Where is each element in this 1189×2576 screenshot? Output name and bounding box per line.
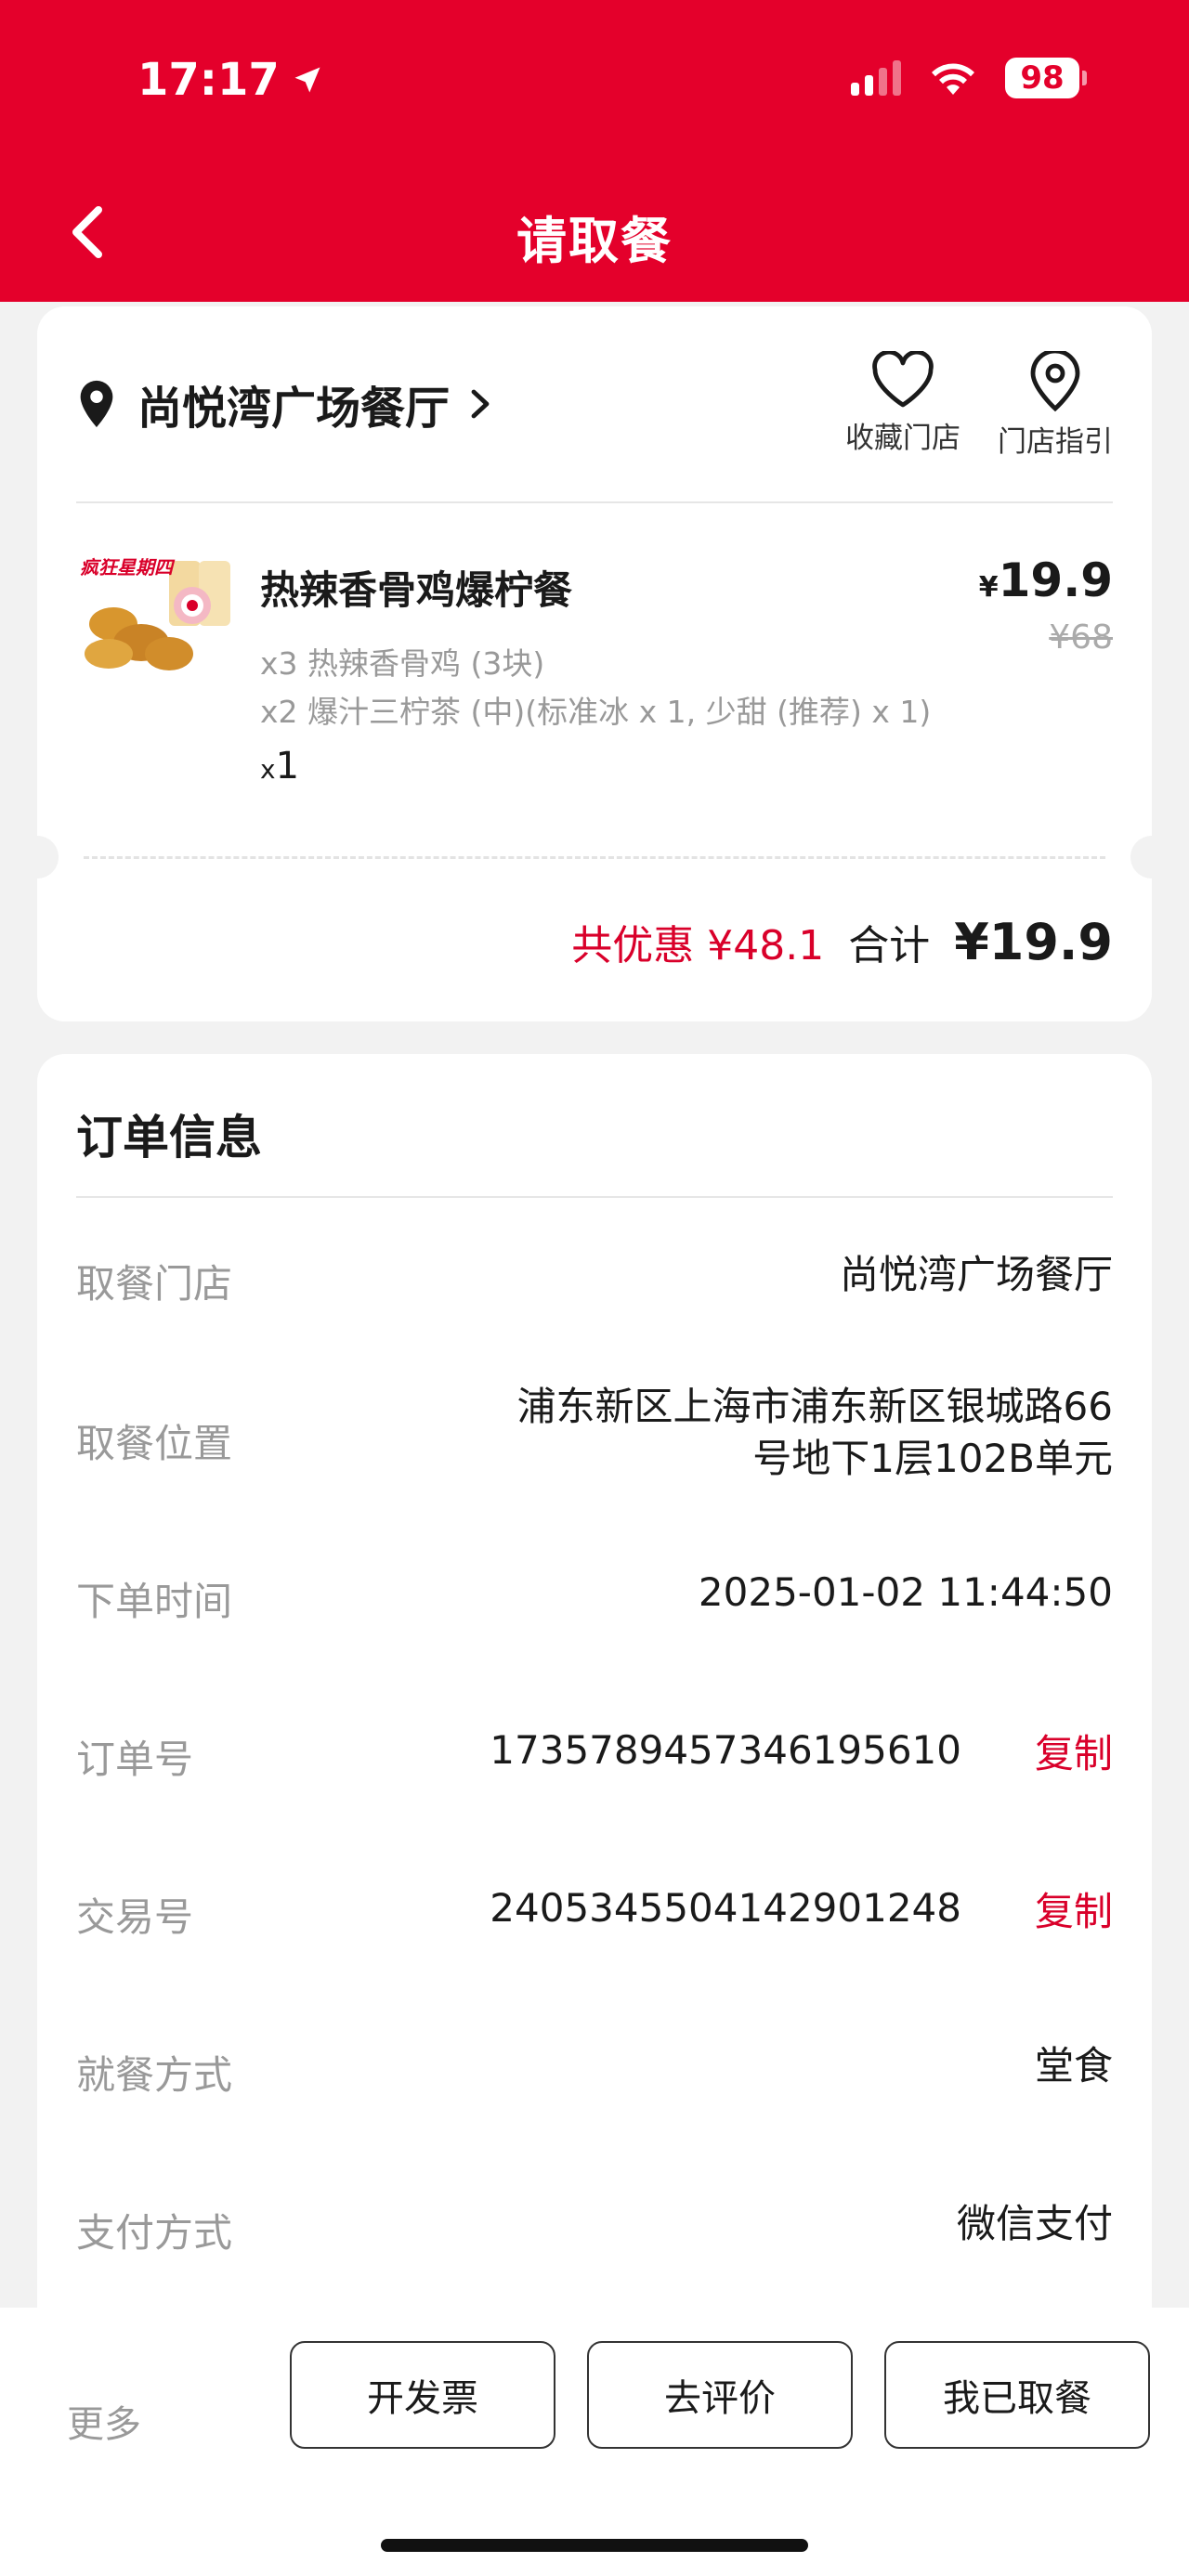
payment-method-label: 支付方式 — [76, 2210, 233, 2256]
payment-method-value: 微信支付 — [956, 2201, 1113, 2246]
divider — [76, 1196, 1113, 1198]
location-arrow-icon — [294, 67, 320, 93]
invoice-button[interactable]: 开发票 — [290, 2341, 555, 2449]
review-button[interactable]: 去评价 — [587, 2341, 853, 2449]
store-actions: 收藏门店 门店指引 — [845, 351, 1113, 460]
status-indicators: 98 — [851, 58, 1087, 98]
store-guide-label: 门店指引 — [998, 425, 1113, 459]
ticket-notch-left — [16, 836, 59, 878]
heart-icon — [872, 351, 934, 408]
chevron-right-icon — [471, 389, 490, 419]
favorite-store-button[interactable]: 收藏门店 — [845, 351, 960, 460]
page-title: 请取餐 — [516, 212, 673, 270]
copy-transaction-number-button[interactable]: 复制 — [1035, 1880, 1113, 1937]
currency-symbol: ¥ — [978, 571, 999, 604]
status-time-text: 17:17 — [137, 54, 280, 106]
order-info-card: 订单信息 取餐门店 尚悦湾广场餐厅 取餐位置 浦东新区上海市浦东新区银城路66 … — [37, 1054, 1152, 2335]
copy-order-number-button[interactable]: 复制 — [1035, 1723, 1113, 1779]
store-link[interactable]: 尚悦湾广场餐厅 — [76, 371, 490, 436]
transaction-number-label: 交易号 — [76, 1894, 194, 1940]
order-time-value: 2025-01-02 11:44:50 — [698, 1569, 1113, 1615]
ticket-notch-right — [1130, 836, 1173, 878]
more-button[interactable]: 更多 — [67, 2394, 141, 2448]
order-number-value: 1735789457346195610 — [490, 1727, 961, 1773]
item-price-value: 19.9 — [998, 553, 1113, 607]
order-time-label: 下单时间 — [76, 1579, 233, 1624]
meal-image: 疯狂星期四 — [76, 550, 234, 680]
quantity-value: 1 — [275, 745, 300, 787]
pickup-store-label: 取餐门店 — [76, 1261, 233, 1307]
meal-image-caption: 疯狂星期四 — [80, 556, 176, 579]
pickup-location-line-2: 号地下1层102B单元 — [752, 1436, 1113, 1481]
item-name: 热辣香骨鸡爆柠餐 — [260, 567, 573, 613]
wifi-icon — [932, 63, 974, 95]
section-title: 订单信息 — [76, 1111, 262, 1164]
order-item-card: 尚悦湾广场餐厅 收藏门店 门店指引 疯狂星期四 热辣香骨鸡爆柠餐 x3 热辣香骨 — [16, 306, 1173, 1021]
item-detail-2: x2 爆汁三柠茶 (中)(标准冰 x 1, 少甜 (推荐) x 1) — [260, 694, 932, 730]
item-detail-1: x3 热辣香骨鸡 (3块) — [260, 645, 545, 682]
transaction-number-value: 2405345504142901248 — [490, 1885, 961, 1931]
cellular-signal-icon — [851, 60, 901, 96]
pickup-location-label: 取餐位置 — [76, 1421, 233, 1466]
discount-amount: 共优惠 ¥48.1 — [571, 922, 825, 969]
pickup-store-value: 尚悦湾广场餐厅 — [839, 1252, 1113, 1297]
favorite-store-label: 收藏门店 — [845, 422, 960, 455]
dining-method-label: 就餐方式 — [76, 2052, 233, 2098]
store-name: 尚悦湾广场餐厅 — [137, 383, 451, 435]
location-pin-icon — [80, 380, 113, 428]
total-amount: ¥19.9 — [954, 913, 1113, 971]
picked-up-button[interactable]: 我已取餐 — [884, 2341, 1150, 2449]
item-original-price: ¥68 — [1049, 618, 1113, 657]
battery-icon: 98 — [1005, 58, 1087, 98]
map-pin-icon — [1030, 351, 1080, 412]
order-totals: 共优惠 ¥48.1 合计 ¥19.9 — [571, 912, 1113, 971]
header-bar: 17:17 98 请取餐 — [0, 0, 1189, 302]
home-indicator — [381, 2539, 808, 2552]
pickup-location-line-1: 浦东新区上海市浦东新区银城路66 — [516, 1384, 1113, 1429]
item-price: ¥19.9 — [979, 553, 1113, 607]
pickup-location-value: 浦东新区上海市浦东新区银城路66 号地下1层102B单元 — [517, 1381, 1113, 1485]
order-number-label: 订单号 — [76, 1737, 194, 1782]
total-label: 合计 — [848, 922, 931, 969]
bottom-action-bar: 更多 开发票 去评价 我已取餐 — [0, 2308, 1189, 2576]
dining-method-value: 堂食 — [1034, 2043, 1113, 2088]
quantity-prefix: x — [260, 754, 276, 785]
store-guide-button[interactable]: 门店指引 — [998, 351, 1113, 460]
divider — [76, 501, 1113, 503]
item-quantity: x1 — [260, 745, 299, 787]
status-time: 17:17 — [137, 54, 324, 106]
dashed-divider — [84, 856, 1105, 859]
